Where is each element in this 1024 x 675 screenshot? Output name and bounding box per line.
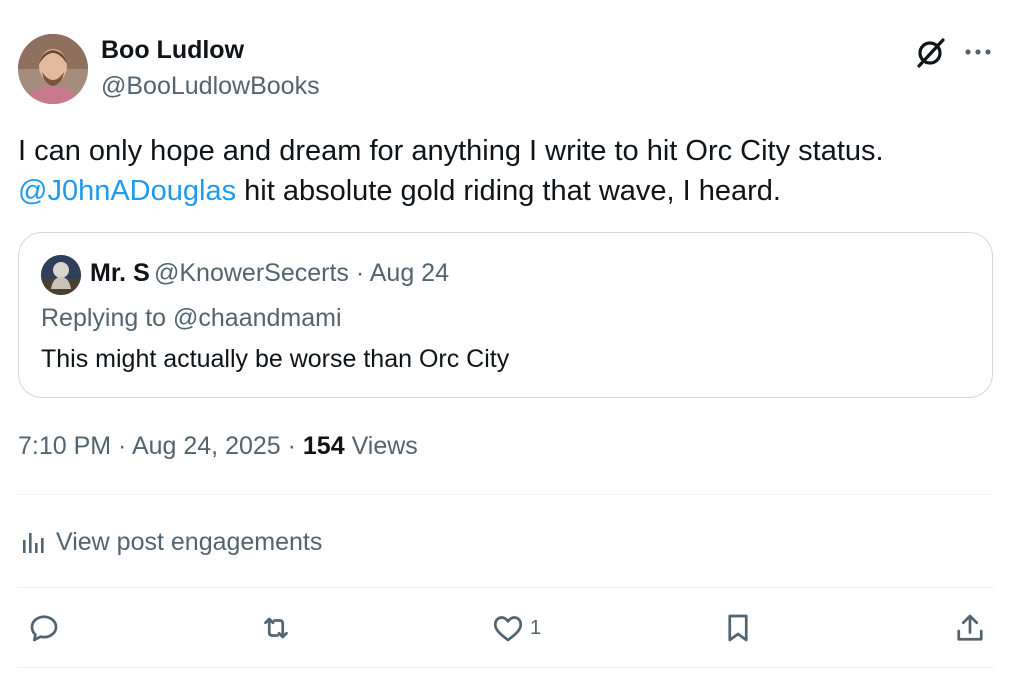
quoted-author-handle-date[interactable]: @KnowerSecerts · Aug 24 xyxy=(154,259,449,288)
quoted-author-avatar[interactable] xyxy=(41,255,81,295)
tweet-timestamp[interactable]: 7:10 PM · Aug 24, 2025 · xyxy=(18,432,303,460)
reply-icon xyxy=(30,615,58,642)
avatar-photo xyxy=(41,255,81,295)
tweet-line-1: I can only hope and dream for anything I… xyxy=(18,135,884,167)
like-button[interactable]: 1 xyxy=(490,608,541,648)
bookmark-button[interactable] xyxy=(720,608,756,648)
views-count: 154 xyxy=(302,432,345,460)
quoted-author-name[interactable]: Mr. S xyxy=(90,259,150,288)
share-icon xyxy=(957,614,983,641)
author-handle[interactable]: @BooLudlowBooks xyxy=(101,72,320,101)
author-avatar[interactable] xyxy=(18,34,88,104)
divider xyxy=(18,587,994,588)
replying-to: Replying to @chaandmami xyxy=(41,304,342,332)
tweet-line-2-text: hit absolute gold riding that wave, I he… xyxy=(236,175,781,207)
author-name[interactable]: Boo Ludlow xyxy=(101,36,244,65)
analytics-icon xyxy=(23,533,44,553)
like-count: 1 xyxy=(530,616,542,639)
mention-link[interactable]: @J0hnADouglas xyxy=(18,175,236,207)
tweet-line-2: @J0hnADouglas hit absolute gold riding t… xyxy=(18,171,1008,211)
tweet-text: I can only hope and dream for anything I… xyxy=(18,131,1008,211)
quoted-tweet-text: This might actually be worse than Orc Ci… xyxy=(41,345,510,373)
avatar-photo xyxy=(18,34,88,104)
reply-button[interactable] xyxy=(26,608,62,648)
views-label: Views xyxy=(344,432,418,460)
view-engagements-button[interactable]: View post engagements xyxy=(20,527,322,557)
tweet-meta: 7:10 PM · Aug 24, 2025 · 154 Views xyxy=(18,432,418,461)
divider xyxy=(18,494,994,495)
divider xyxy=(18,667,994,668)
repost-icon xyxy=(264,617,288,639)
bookmark-icon xyxy=(728,614,748,642)
view-engagements-label: View post engagements xyxy=(56,527,323,556)
grok-icon[interactable] xyxy=(913,36,947,70)
heart-icon xyxy=(493,616,523,642)
share-button[interactable] xyxy=(952,608,988,648)
more-icon[interactable] xyxy=(961,40,995,64)
repost-button[interactable] xyxy=(258,608,294,648)
